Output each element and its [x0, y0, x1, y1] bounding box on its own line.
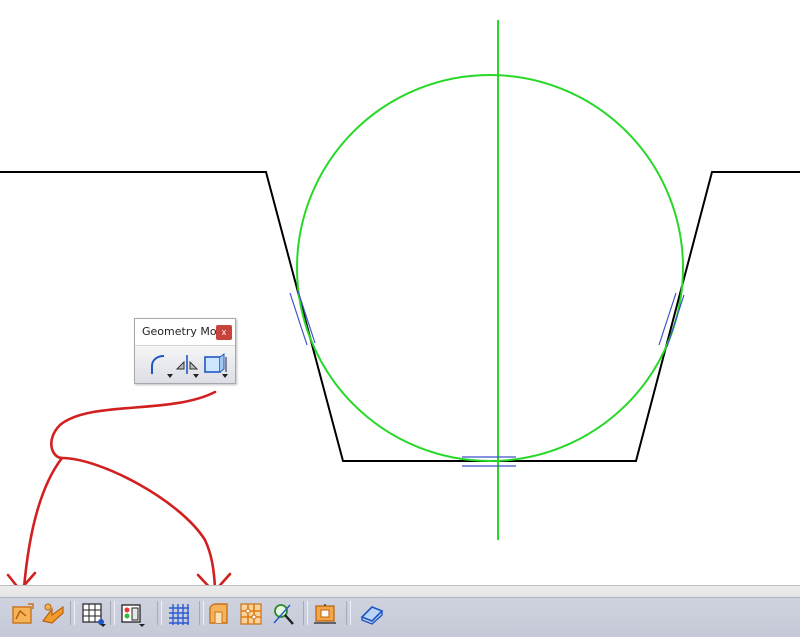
- orange-sketch-icon[interactable]: [10, 601, 36, 627]
- blue-book-icon[interactable]: [359, 601, 385, 627]
- orange-ramp-icon[interactable]: [40, 601, 66, 627]
- blue-grid-icon[interactable]: [166, 601, 192, 627]
- toolbar-separator: [110, 601, 115, 625]
- box-tool-icon[interactable]: [202, 352, 228, 378]
- toolbar-separator: [199, 601, 204, 625]
- drawing-canvas[interactable]: [0, 0, 800, 635]
- tangent-constraint-left: [289, 290, 316, 346]
- red-annotation-arrows: [6, 390, 232, 594]
- geometry-tools-row: [135, 346, 235, 383]
- orange-profile-icon[interactable]: [207, 601, 233, 627]
- inscribed-circle[interactable]: [296, 74, 684, 462]
- toolbar-separator: [70, 601, 75, 625]
- toolbar-title: Geometry Mo...: [142, 325, 227, 338]
- orange-plot-icon[interactable]: [312, 601, 338, 627]
- curve-tool-icon[interactable]: [148, 352, 174, 378]
- traffic-cube-icon[interactable]: [119, 601, 145, 627]
- symmetry-tool-icon[interactable]: [174, 352, 200, 378]
- toolbar-titlebar[interactable]: Geometry Mo... x: [135, 319, 235, 346]
- toolbar-separator: [346, 601, 351, 625]
- channel-profile-line[interactable]: [0, 171, 800, 462]
- orange-lattice-icon[interactable]: [238, 601, 264, 627]
- grid-tree-icon[interactable]: [80, 601, 106, 627]
- close-icon[interactable]: x: [216, 325, 232, 340]
- geometry-floating-toolbar[interactable]: Geometry Mo... x: [134, 318, 236, 384]
- magnifier-edit-icon[interactable]: [270, 601, 296, 627]
- bottom-toolbar: [0, 585, 800, 637]
- toolbar-separator: [303, 601, 308, 625]
- toolbar-separator: [157, 601, 162, 625]
